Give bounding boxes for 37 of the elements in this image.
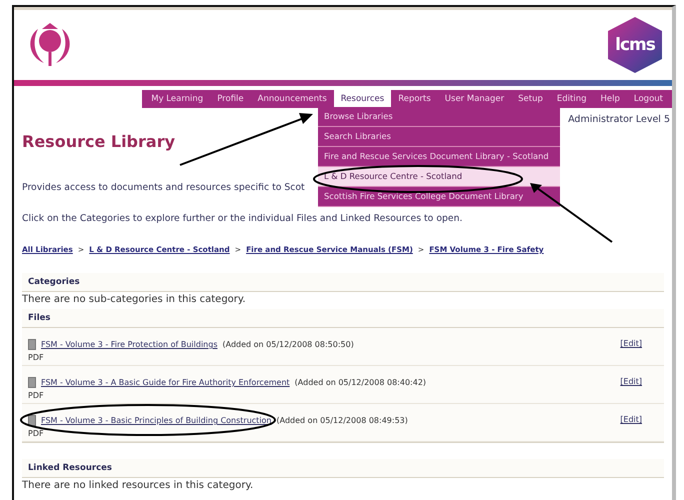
intro-text: Provides access to documents and resources specific to Scot [22, 182, 305, 194]
added-date: (Added on 05/12/2008 08:50:50) [222, 340, 354, 349]
edit-link[interactable]: [Edit] [620, 415, 642, 438]
logo-text: lcms [615, 35, 655, 55]
added-date: (Added on 05/12/2008 08:40:42) [294, 378, 426, 387]
empty-message: There are no sub-categories in this category. [22, 293, 247, 307]
file-type: PDF [28, 353, 45, 362]
section-heading: Categories [22, 273, 664, 292]
empty-message: There are no linked resources in this category. [22, 479, 254, 493]
edit-link[interactable]: [Edit] [620, 339, 642, 362]
nav-tab[interactable]: Help [594, 90, 627, 108]
nav-tab[interactable]: Logout [626, 90, 670, 108]
nav-tab[interactable]: Profile [210, 90, 251, 108]
nav-tab[interactable]: Setup [511, 90, 550, 108]
nav-tab[interactable]: Resources [334, 90, 392, 108]
nav-tab[interactable]: My Learning [144, 90, 210, 108]
menu-item[interactable]: Browse Libraries [318, 107, 560, 127]
file-type: PDF [28, 391, 45, 400]
file-link[interactable]: FSM - Volume 3 - Basic Principles of Building Construction [41, 416, 272, 425]
document-icon [28, 415, 36, 426]
menu-item[interactable]: Search Libraries [318, 127, 560, 147]
intro-text: Click on the Categories to explore further or the individual Files and Linked Resources to open. [22, 213, 462, 225]
file-type: PDF [28, 429, 45, 438]
file-link[interactable]: FSM - Volume 3 - Fire Protection of Buildings [41, 340, 218, 349]
document-icon [28, 339, 36, 350]
page-title: Resource Library [22, 132, 176, 153]
document-icon [28, 377, 36, 388]
nav-tab[interactable]: Reports [391, 90, 438, 108]
nav-tab[interactable]: Announcements [250, 90, 334, 108]
edit-link[interactable]: [Edit] [620, 377, 642, 400]
user-level: Administrator Level 5 [568, 114, 670, 125]
nav-tab[interactable]: User Manager [438, 90, 512, 108]
nav-tab[interactable]: Editing [550, 90, 594, 108]
section-heading: Linked Resources [22, 459, 664, 478]
file-link[interactable]: FSM - Volume 3 - A Basic Guide for Fire Authority Enforcement [41, 378, 290, 387]
section-heading: Files [22, 309, 664, 328]
added-date: (Added on 05/12/2008 08:49:53) [276, 416, 408, 425]
